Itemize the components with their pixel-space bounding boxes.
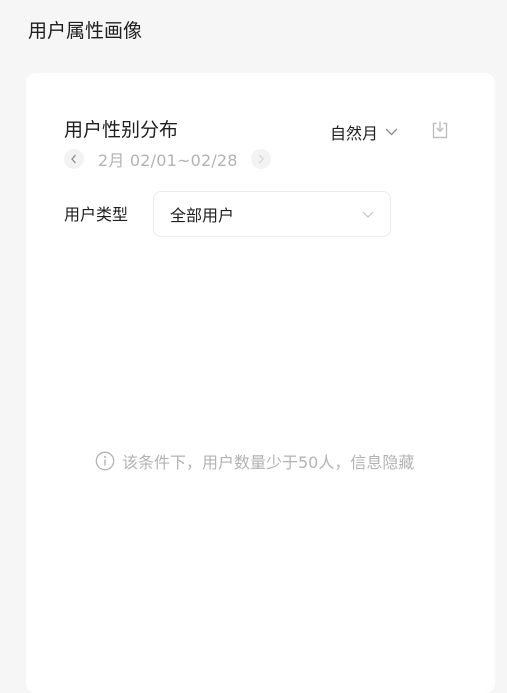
user-type-label: 用户类型: [64, 205, 129, 224]
chevron-down-icon: [362, 211, 374, 218]
next-period-button[interactable]: [250, 149, 271, 169]
page-title: 用户属性画像: [28, 20, 143, 42]
card-title: 用户性别分布: [64, 119, 179, 141]
date-navigator: 2月 02/01~02/28: [64, 149, 271, 170]
period-select-value: 自然月: [330, 124, 379, 143]
period-select[interactable]: 自然月: [330, 121, 398, 143]
empty-state-message: 该条件下，用户数量少于50人，信息隐藏: [122, 453, 415, 472]
user-type-select-value: 全部用户: [170, 206, 235, 225]
date-range-label: 2月 02/01~02/28: [98, 151, 238, 170]
prev-period-button[interactable]: [64, 149, 84, 169]
info-icon: [95, 451, 115, 471]
user-type-select[interactable]: 全部用户: [153, 191, 391, 237]
chevron-left-icon: [71, 154, 76, 164]
gender-distribution-card: 用户性别分布 自然月 2月 02/01~02/28 用户类型 全部用户 该条件下…: [26, 73, 495, 693]
empty-state: 该条件下，用户数量少于50人，信息隐藏: [95, 449, 414, 473]
chevron-down-icon: [385, 128, 398, 136]
chevron-right-icon: [258, 154, 264, 164]
download-icon[interactable]: [430, 120, 450, 140]
